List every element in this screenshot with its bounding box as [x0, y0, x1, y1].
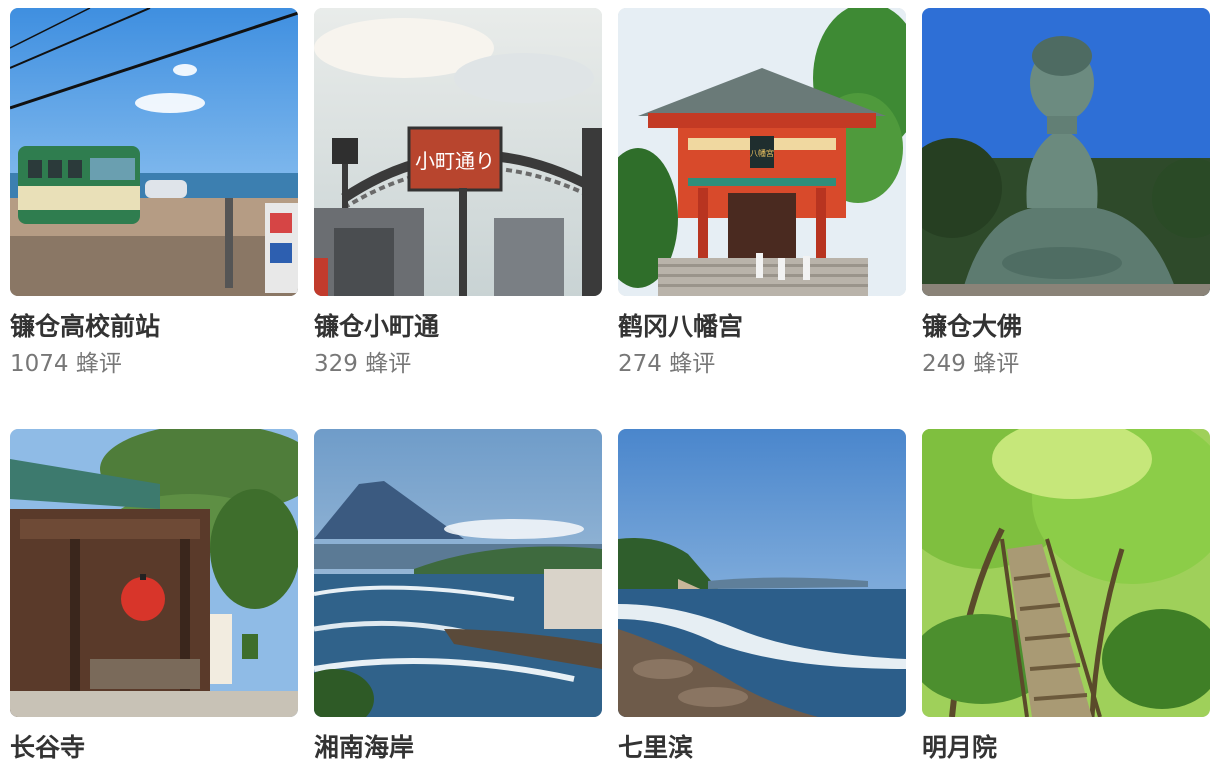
attraction-card-tsurugaoka-hachimangu[interactable]: 八幡宮 鹤冈八幡宫 274 蜂评: [618, 8, 906, 379]
attraction-name[interactable]: 长谷寺: [10, 731, 298, 765]
station-photo-illustration: [10, 8, 298, 296]
attraction-grid: 镰仓高校前站 1074 蜂评 小町通り 镰仓小町通 329 蜂评 八幡宮 鹤冈八…: [10, 8, 1210, 770]
attraction-photo[interactable]: [10, 8, 298, 296]
attraction-review-count: 1074 蜂评: [10, 351, 122, 377]
attraction-card-komachi-dori[interactable]: 小町通り 镰仓小町通 329 蜂评: [314, 8, 602, 379]
attraction-review-count: 329 蜂评: [314, 351, 412, 377]
temple-photo-illustration: [10, 429, 298, 717]
attraction-name[interactable]: 湘南海岸: [314, 731, 602, 765]
attraction-card-meigetsuin[interactable]: 明月院: [922, 429, 1210, 770]
attraction-name[interactable]: 七里滨: [618, 731, 906, 765]
attraction-name[interactable]: 镰仓高校前站: [10, 310, 298, 344]
attraction-photo[interactable]: [314, 429, 602, 717]
attraction-photo[interactable]: [922, 429, 1210, 717]
attraction-photo[interactable]: [618, 429, 906, 717]
attraction-name[interactable]: 镰仓大佛: [922, 310, 1210, 344]
coast-photo-illustration: [314, 429, 602, 717]
attraction-name[interactable]: 镰仓小町通: [314, 310, 602, 344]
attraction-photo[interactable]: 八幡宮: [618, 8, 906, 296]
attraction-review-count: 249 蜂评: [922, 351, 1020, 377]
svg-text:八幡宮: 八幡宮: [750, 148, 774, 158]
attraction-card-shonan-coast[interactable]: 湘南海岸: [314, 429, 602, 770]
svg-text:小町通り: 小町通り: [415, 149, 495, 173]
shrine-photo-illustration: 八幡宮: [618, 8, 906, 296]
attraction-review-count: 274 蜂评: [618, 351, 716, 377]
attraction-photo[interactable]: 小町通り: [314, 8, 602, 296]
attraction-photo[interactable]: [10, 429, 298, 717]
buddha-photo-illustration: [922, 8, 1210, 296]
attraction-photo[interactable]: [922, 8, 1210, 296]
attraction-card-kamakura-daibutsu[interactable]: 镰仓大佛 249 蜂评: [922, 8, 1210, 379]
attraction-card-hasedera[interactable]: 长谷寺: [10, 429, 298, 770]
attraction-name[interactable]: 明月院: [922, 731, 1210, 765]
attraction-card-shichirigahama[interactable]: 七里滨: [618, 429, 906, 770]
forest-photo-illustration: [922, 429, 1210, 717]
beach-photo-illustration: [618, 429, 906, 717]
attraction-name[interactable]: 鹤冈八幡宫: [618, 310, 906, 344]
street-photo-illustration: 小町通り: [314, 8, 602, 296]
attraction-card-kamakura-koko-mae[interactable]: 镰仓高校前站 1074 蜂评: [10, 8, 298, 379]
